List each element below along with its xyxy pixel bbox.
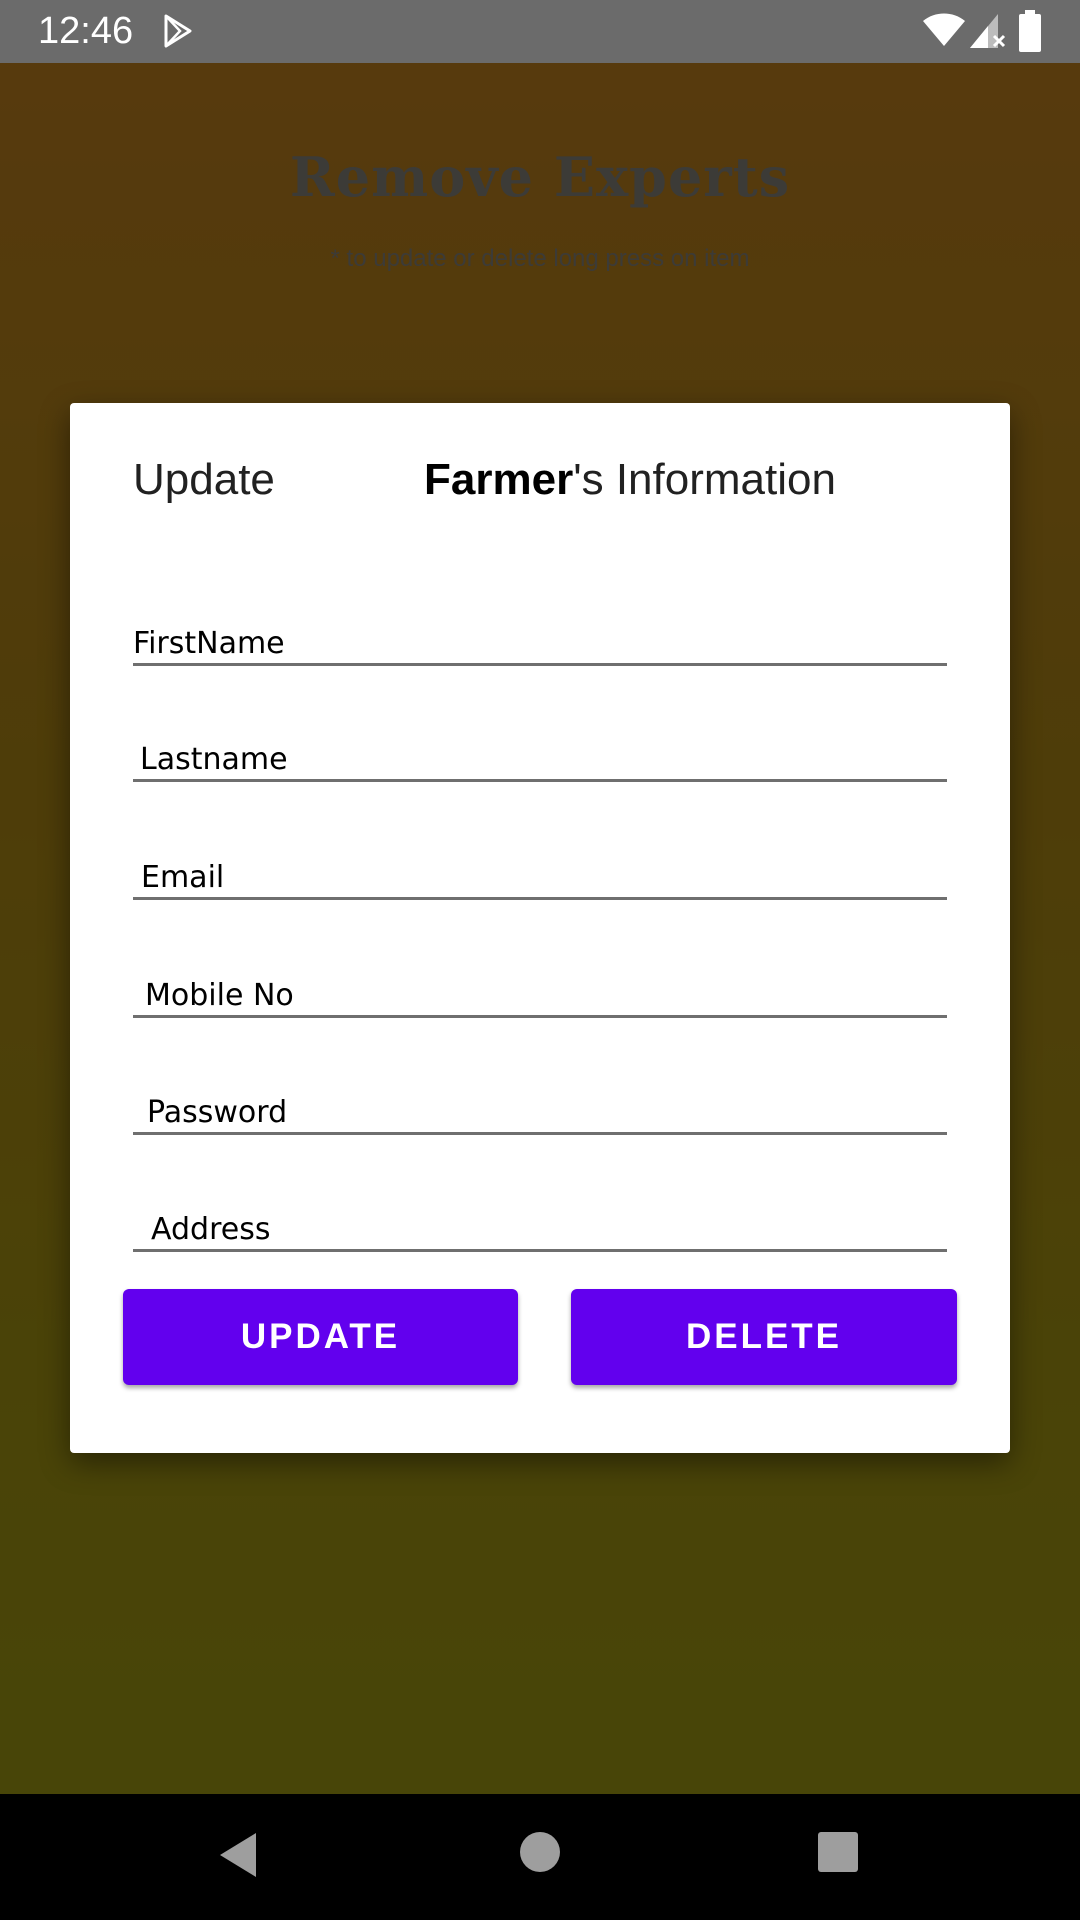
password-input[interactable] [147, 1095, 961, 1130]
screen: Remove Experts * to update or delete lon… [0, 0, 1080, 1920]
wifi-icon [923, 13, 965, 46]
dialog-title: Farmer's Information [424, 455, 836, 505]
dialog-action-label: Update [133, 455, 275, 504]
address-input[interactable] [151, 1212, 965, 1247]
signal-icon [970, 14, 1006, 48]
update-dialog: Update Farmer's Information UPDATE DELET… [70, 403, 1010, 1453]
update-button[interactable]: UPDATE [123, 1289, 518, 1385]
dialog-entity-name: Farmer [424, 455, 574, 504]
home-icon[interactable] [520, 1832, 560, 1872]
status-time: 12:46 [38, 10, 134, 52]
last-name-field [133, 721, 954, 782]
status-bar: 12:46 [0, 0, 1080, 63]
dialog-title-suffix: 's Information [573, 455, 836, 504]
last-name-input[interactable] [140, 742, 954, 777]
battery-icon [1019, 10, 1041, 52]
mobile-input[interactable] [145, 978, 959, 1013]
email-field [133, 839, 955, 900]
back-icon[interactable] [216, 1830, 260, 1880]
first-name-input[interactable] [133, 626, 947, 661]
play-store-icon [164, 14, 192, 48]
address-field [133, 1191, 965, 1252]
password-field [133, 1074, 961, 1135]
mobile-field [133, 957, 959, 1018]
email-input[interactable] [141, 860, 955, 895]
navigation-bar [0, 1794, 1080, 1920]
recents-icon[interactable] [818, 1832, 858, 1872]
delete-button[interactable]: DELETE [571, 1289, 957, 1385]
first-name-field [133, 605, 947, 666]
